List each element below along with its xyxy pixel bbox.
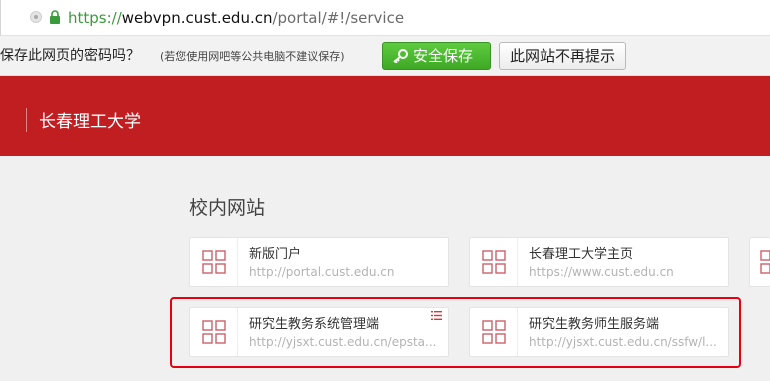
key-icon [393, 49, 408, 63]
site-card-url: https://www.cust.edu.cn [529, 265, 674, 279]
site-info-icon[interactable] [30, 11, 42, 23]
url-scheme: https:// [68, 9, 122, 27]
site-card-partial[interactable] [749, 237, 770, 287]
site-card-icon-box [750, 238, 770, 286]
lock-icon [50, 10, 60, 24]
site-card-homepage[interactable]: 长春理工大学主页 https://www.cust.edu.cn [469, 237, 729, 287]
url-text[interactable]: https://webvpn.cust.edu.cn/portal/#!/ser… [68, 8, 404, 28]
site-title[interactable]: 长春理工大学 [39, 111, 141, 133]
grid-apps-icon [760, 250, 770, 274]
save-password-question: 保存此网页的密码吗？ [0, 48, 140, 64]
site-card-name: 新版门户 [249, 247, 302, 262]
save-password-button[interactable]: 安全保存 [382, 42, 491, 70]
url-path: /portal/#!/service [272, 9, 405, 27]
section-title: 校内网站 [189, 197, 266, 219]
highlight-annotation-box [170, 297, 741, 368]
site-card-icon-box [190, 238, 238, 286]
site-card-icon-box [470, 238, 518, 286]
url-host: webvpn.cust.edu.cn [121, 9, 273, 27]
site-card-name: 长春理工大学主页 [529, 247, 634, 262]
never-for-site-button[interactable]: 此网站不再提示 [499, 42, 626, 70]
site-header: 长春理工大学 [0, 76, 770, 156]
grid-apps-icon [202, 250, 226, 274]
grid-apps-icon [482, 250, 506, 274]
password-save-bar: 保存此网页的密码吗？ (若您使用网吧等公共电脑不建议保存) 安全保存 此网站不再… [0, 36, 770, 76]
site-card-url: http://portal.cust.edu.cn [249, 265, 395, 279]
save-password-label: 安全保存 [413, 47, 474, 65]
header-divider [26, 108, 27, 132]
site-card-portal[interactable]: 新版门户 http://portal.cust.edu.cn [189, 237, 449, 287]
save-password-note: (若您使用网吧等公共电脑不建议保存) [160, 50, 345, 63]
address-bar-divider [0, 0, 1, 36]
address-bar[interactable]: https://webvpn.cust.edu.cn/portal/#!/ser… [0, 0, 770, 36]
